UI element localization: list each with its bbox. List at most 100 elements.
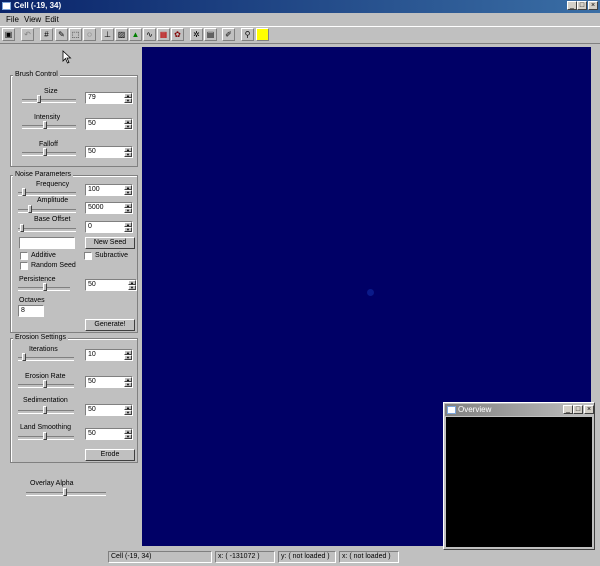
layers-icon[interactable]: ▤ bbox=[204, 28, 217, 41]
falloff-spinbox[interactable]: 50 ▲ ▼ bbox=[85, 146, 133, 158]
spin-down-icon[interactable]: ▼ bbox=[128, 285, 136, 290]
sedimentation-label: Sedimentation bbox=[23, 397, 68, 404]
spin-down-icon[interactable]: ▼ bbox=[124, 208, 132, 213]
status-bar: Cell (-19, 34) x: ( -131072 ) y: ( not l… bbox=[0, 550, 600, 564]
persistence-label: Persistence bbox=[19, 276, 56, 283]
falloff-slider[interactable] bbox=[22, 152, 76, 156]
image-icon[interactable]: ▨ bbox=[115, 28, 128, 41]
iterations-slider[interactable] bbox=[18, 357, 74, 361]
spin-down-icon[interactable]: ▼ bbox=[124, 98, 132, 103]
amplitude-slider-thumb[interactable] bbox=[28, 205, 32, 213]
select-rect-icon[interactable]: ⬚ bbox=[69, 28, 82, 41]
noise-parameters-title: Noise Parameters bbox=[13, 171, 74, 178]
additive-label: Additive bbox=[31, 252, 56, 259]
brush-cursor bbox=[367, 289, 374, 296]
toolbar: ▣ ↶ # ✎ ⬚ ◌ ⊥ ▨ ▲ ∿ ▦ ✿ ✲ ▤ ✐ ⚲ bbox=[0, 26, 600, 44]
frequency-spinbox[interactable]: 100 ▲ ▼ bbox=[85, 184, 133, 196]
subtractive-checkbox[interactable] bbox=[84, 252, 92, 260]
spin-down-icon[interactable]: ▼ bbox=[124, 190, 132, 195]
land-smoothing-label: Land Smoothing bbox=[20, 424, 71, 431]
menu-edit[interactable]: Edit bbox=[45, 15, 59, 24]
new-seed-button[interactable]: New Seed bbox=[85, 237, 135, 249]
size-slider-thumb[interactable] bbox=[37, 95, 41, 103]
iterations-slider-thumb[interactable] bbox=[22, 353, 26, 361]
iterations-spinbox[interactable]: 10 ▲ ▼ bbox=[85, 349, 133, 361]
spin-down-icon[interactable]: ▼ bbox=[124, 227, 132, 232]
maximize-button[interactable]: □ bbox=[577, 1, 587, 10]
spin-down-icon[interactable]: ▼ bbox=[124, 382, 132, 387]
octaves-input[interactable]: 8 bbox=[18, 305, 44, 317]
erosion-rate-slider-thumb[interactable] bbox=[43, 380, 47, 388]
cursor-icon bbox=[62, 50, 72, 64]
close-button[interactable]: × bbox=[588, 1, 598, 10]
pencil-icon[interactable]: ✐ bbox=[222, 28, 235, 41]
sedimentation-spinbox[interactable]: 50 ▲ ▼ bbox=[85, 404, 133, 416]
window-title: Cell (-19, 34) bbox=[14, 1, 62, 10]
land-smoothing-spinbox[interactable]: 50 ▲ ▼ bbox=[85, 428, 133, 440]
spin-down-icon[interactable]: ▼ bbox=[124, 152, 132, 157]
additive-checkbox[interactable] bbox=[20, 252, 28, 260]
paint-icon[interactable]: ✿ bbox=[171, 28, 184, 41]
spin-down-icon[interactable]: ▼ bbox=[124, 355, 132, 360]
minimize-button[interactable]: _ bbox=[567, 1, 577, 10]
erosion-rate-label: Erosion Rate bbox=[25, 373, 66, 380]
falloff-slider-thumb[interactable] bbox=[43, 148, 47, 156]
size-spinbox[interactable]: 79 ▲ ▼ bbox=[85, 92, 133, 104]
seed-input[interactable] bbox=[19, 237, 75, 249]
size-slider[interactable] bbox=[22, 99, 76, 103]
intensity-slider-thumb[interactable] bbox=[43, 121, 47, 129]
random-seed-label: Random Seed bbox=[31, 262, 76, 269]
spin-down-icon[interactable]: ▼ bbox=[124, 124, 132, 129]
menu-file[interactable]: File bbox=[6, 15, 19, 24]
overview-app-icon bbox=[447, 406, 456, 414]
settings-icon[interactable]: ✲ bbox=[190, 28, 203, 41]
overview-maximize-button[interactable]: □ bbox=[573, 405, 583, 414]
save-icon[interactable]: ▣ bbox=[2, 28, 15, 41]
overview-title: Overview bbox=[458, 405, 492, 414]
base-offset-spinbox[interactable]: 0 ▲ ▼ bbox=[85, 221, 133, 233]
intensity-slider[interactable] bbox=[22, 125, 76, 129]
lower-icon[interactable]: ⊥ bbox=[101, 28, 114, 41]
overview-minimize-button[interactable]: _ bbox=[563, 405, 573, 414]
iterations-label: Iterations bbox=[29, 346, 58, 353]
menu-view[interactable]: View bbox=[24, 15, 41, 24]
erode-button[interactable]: Erode bbox=[85, 449, 135, 461]
intensity-label: Intensity bbox=[34, 114, 61, 121]
base-offset-label: Base Offset bbox=[34, 216, 71, 223]
brush-tool-icon[interactable]: ✎ bbox=[55, 28, 68, 41]
curve-icon[interactable]: ∿ bbox=[143, 28, 156, 41]
texture-icon[interactable]: ▦ bbox=[157, 28, 170, 41]
land-smoothing-slider-thumb[interactable] bbox=[43, 432, 47, 440]
raise-icon[interactable]: ▲ bbox=[129, 28, 142, 41]
persistence-slider-thumb[interactable] bbox=[43, 283, 47, 291]
color-swatch[interactable] bbox=[256, 28, 269, 41]
base-offset-slider[interactable] bbox=[18, 228, 76, 232]
grid-icon[interactable]: # bbox=[40, 28, 53, 41]
brush-control-title: Brush Control bbox=[13, 71, 60, 78]
generate-button[interactable]: Generate! bbox=[85, 319, 135, 331]
erosion-settings-title: Erosion Settings bbox=[13, 334, 68, 341]
sedimentation-slider-thumb[interactable] bbox=[43, 406, 47, 414]
intensity-spinbox[interactable]: 50 ▲ ▼ bbox=[85, 118, 133, 130]
spin-down-icon[interactable]: ▼ bbox=[124, 410, 132, 415]
lasso-icon[interactable]: ◌ bbox=[83, 28, 96, 41]
undo-icon[interactable]: ↶ bbox=[21, 28, 34, 41]
spin-down-icon[interactable]: ▼ bbox=[124, 434, 132, 439]
frequency-slider[interactable] bbox=[18, 192, 76, 196]
overlay-alpha-label: Overlay Alpha bbox=[30, 480, 74, 487]
overview-map[interactable] bbox=[446, 417, 592, 547]
eyedropper-icon[interactable]: ⚲ bbox=[241, 28, 254, 41]
octaves-label: Octaves bbox=[19, 297, 45, 304]
amplitude-spinbox[interactable]: 5000 ▲ ▼ bbox=[85, 202, 133, 214]
size-label: Size bbox=[44, 88, 58, 95]
persistence-spinbox[interactable]: 50 ▲ ▼ bbox=[85, 279, 137, 291]
amplitude-label: Amplitude bbox=[37, 197, 69, 204]
erosion-rate-spinbox[interactable]: 50 ▲ ▼ bbox=[85, 376, 133, 388]
overlay-alpha-slider-thumb[interactable] bbox=[63, 488, 67, 496]
frequency-slider-thumb[interactable] bbox=[22, 188, 26, 196]
overview-close-button[interactable]: × bbox=[584, 405, 594, 414]
random-seed-checkbox[interactable] bbox=[20, 262, 28, 270]
base-offset-slider-thumb[interactable] bbox=[20, 224, 24, 232]
amplitude-slider[interactable] bbox=[18, 209, 76, 213]
status-x2: x: ( not loaded ) bbox=[339, 551, 399, 563]
